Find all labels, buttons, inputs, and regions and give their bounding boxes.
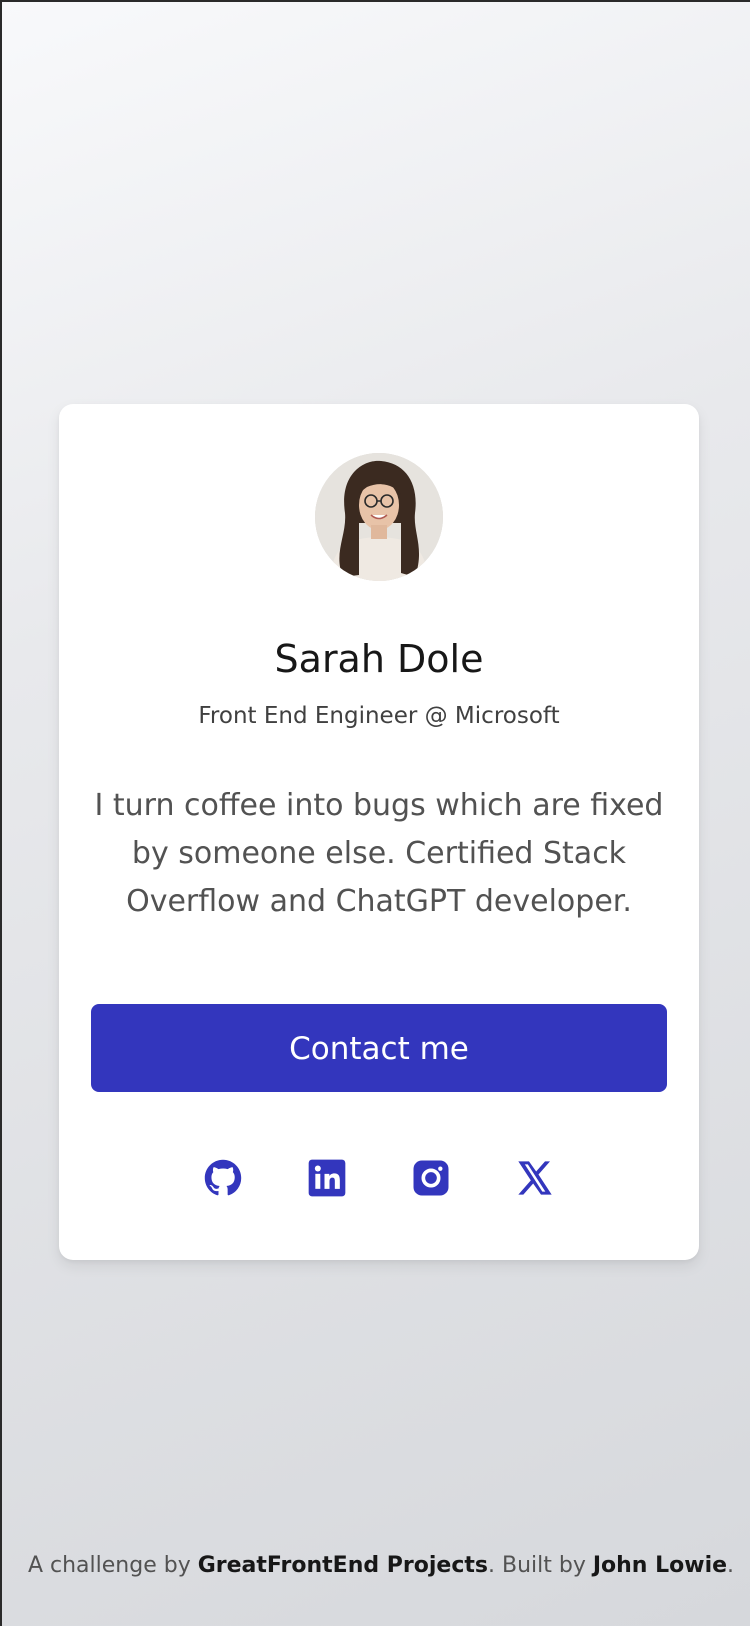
github-link[interactable] <box>201 1156 245 1200</box>
linkedin-link[interactable] <box>305 1156 349 1200</box>
avatar <box>315 453 443 581</box>
footer-middle: . Built by <box>487 1553 593 1578</box>
footer-prefix: A challenge by <box>27 1553 198 1578</box>
social-links <box>59 1156 699 1200</box>
challenge-link[interactable]: GreatFrontEnd Projects <box>198 1553 488 1578</box>
instagram-icon <box>413 1160 449 1196</box>
profile-card: Sarah Dole Front End Engineer @ Microsof… <box>59 404 699 1260</box>
contact-button[interactable]: Contact me <box>91 1004 667 1092</box>
footer: A challenge by GreatFrontEnd Projects. B… <box>2 1551 750 1581</box>
author-link[interactable]: John Lowie <box>593 1553 727 1578</box>
github-icon <box>204 1159 242 1196</box>
author-link-text: John Lowie <box>592 1553 728 1578</box>
challenge-link-text: GreatFrontEnd Projects <box>197 1553 488 1578</box>
linkedin-icon <box>308 1159 346 1197</box>
footer-suffix: . <box>727 1553 735 1578</box>
profile-bio: I turn coffee into bugs which are fixed … <box>94 788 664 919</box>
profile-name: Sarah Dole <box>274 637 484 681</box>
instagram-link[interactable] <box>409 1156 453 1200</box>
x-link[interactable] <box>513 1156 557 1200</box>
x-icon <box>518 1161 552 1195</box>
profile-role: Front End Engineer @ Microsoft <box>198 703 560 729</box>
